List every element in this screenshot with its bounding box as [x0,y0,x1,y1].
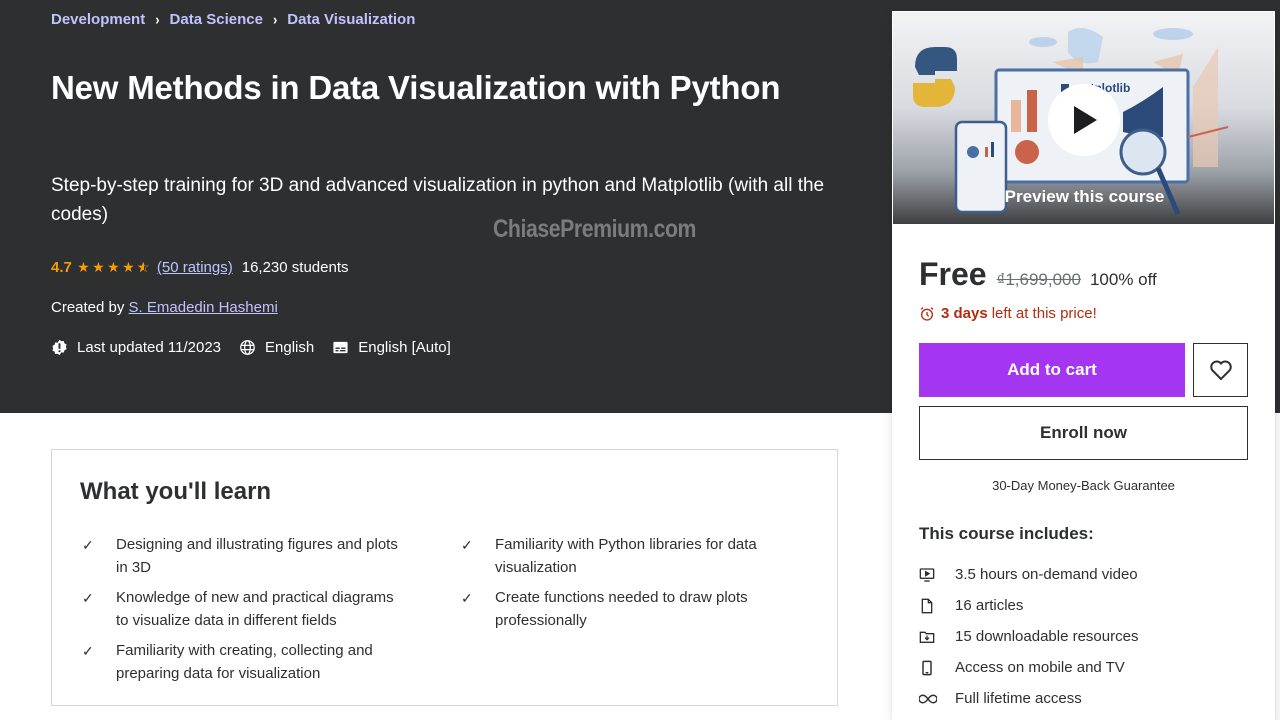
purchase-sidebar: matplotlib Preview this course Free ₫1,6… [892,11,1275,720]
star-icon: ★ [92,259,105,275]
discount-percent: 100% off [1089,270,1157,289]
learn-column-left: ✓ Designing and illustrating figures and … [80,534,410,693]
deadline-text: left at this price! [991,305,1097,322]
watermark: ChiasePremium.com [493,215,697,243]
star-icon: ★ [122,259,135,275]
video-icon [919,567,935,582]
author-link[interactable]: S. Emadedin Hashemi [129,299,278,316]
article-icon [921,598,933,613]
current-price: Free [919,256,987,292]
check-icon: ✓ [82,590,94,606]
includes-list: 3.5 hours on-demand video 16 articles 15… [919,559,1138,714]
breadcrumb-data-visualization[interactable]: Data Visualization [287,11,415,28]
includes-item-text: Access on mobile and TV [955,659,1125,676]
star-rating: ★ ★ ★ ★ ★ [76,259,151,276]
last-updated-text: Last updated 11/2023 [77,339,222,356]
check-icon: ✓ [461,537,473,553]
check-icon: ✓ [461,590,473,606]
mobile-icon [922,660,932,675]
heart-icon [1209,360,1232,381]
ratings-link[interactable]: (50 ratings) [157,259,233,276]
globe-icon [240,340,255,355]
course-meta: Last updated 11/2023 English English [Au… [51,339,469,356]
price-row: Free ₫1,699,000 100% off [919,256,1157,293]
includes-item: 15 downloadable resources [919,621,1138,652]
rating-value: 4.7 [51,259,72,276]
includes-item: Access on mobile and TV [919,652,1138,683]
learn-item: ✓ Designing and illustrating figures and … [80,534,410,579]
wishlist-button[interactable] [1193,343,1248,397]
course-preview[interactable]: matplotlib Preview this course [892,11,1275,225]
breadcrumb: Development › Data Science › Data Visual… [51,11,415,28]
learn-item-text: Create functions needed to draw plots pr… [495,589,748,629]
learn-column-right: ✓ Familiarity with Python libraries for d… [459,534,789,640]
captions: English [Auto] [332,339,451,356]
rating-row: 4.7 ★ ★ ★ ★ ★ (50 ratings) 16,230 studen… [51,259,349,276]
preview-label[interactable]: Preview this course [893,187,1274,207]
enroll-now-button[interactable]: Enroll now [919,406,1248,460]
includes-title: This course includes: [919,524,1094,543]
course-title: New Methods in Data Visualization with P… [51,69,781,106]
captions-text: English [Auto] [358,339,451,356]
includes-item-text: 16 articles [955,597,1024,614]
learn-item-text: Familiarity with Python libraries for da… [495,536,757,576]
price-deadline: 3 days left at this price! [919,305,1097,322]
language-text: English [265,339,315,356]
learn-item: ✓ Knowledge of new and practical diagrams… [80,587,410,632]
breadcrumb-data-science[interactable]: Data Science [170,11,263,28]
chevron-right-icon: › [272,11,278,28]
download-folder-icon [919,631,935,643]
learn-item: ✓ Familiarity with Python libraries for d… [459,534,789,579]
learn-item-text: Knowledge of new and practical diagrams … [116,589,394,629]
deadline-days: 3 days [941,305,988,322]
learn-item-text: Familiarity with creating, collecting an… [116,642,373,682]
what-you-will-learn: What you'll learn ✓ Designing and illustr… [51,449,838,706]
add-to-cart-button[interactable]: Add to cart [919,343,1185,397]
includes-item: 3.5 hours on-demand video [919,559,1138,590]
includes-item: Full lifetime access [919,683,1138,714]
learn-title: What you'll learn [80,478,272,505]
language: English [239,339,314,356]
check-icon: ✓ [82,643,94,659]
money-back-guarantee: 30-Day Money-Back Guarantee [992,478,1175,493]
learn-item-text: Designing and illustrating figures and p… [116,536,398,576]
chevron-right-icon: › [155,11,160,28]
includes-item: 16 articles [919,590,1138,621]
star-icon: ★ [107,259,120,275]
learn-item: ✓ Familiarity with creating, collecting a… [80,640,410,685]
learn-item: ✓ Create functions needed to draw plots p… [459,587,789,632]
half-star-icon: ★ [136,259,151,276]
star-icon: ★ [77,259,90,275]
created-by-label: Created by [51,299,125,316]
alert-badge-icon [52,339,67,356]
infinity-icon [919,693,937,704]
page-scrollbar[interactable] [1275,0,1280,720]
includes-item-text: Full lifetime access [955,690,1082,707]
includes-item-text: 3.5 hours on-demand video [955,566,1138,583]
last-updated: Last updated 11/2023 [51,339,221,356]
play-button[interactable] [1048,84,1120,156]
includes-item-text: 15 downloadable resources [955,628,1139,645]
alarm-clock-icon [920,306,934,321]
check-icon: ✓ [82,537,94,553]
play-icon [1074,106,1097,134]
breadcrumb-development[interactable]: Development [51,11,145,28]
student-count: 16,230 students [241,259,349,276]
closed-captions-icon [333,341,348,354]
course-subtitle: Step-by-step training for 3D and advance… [51,175,825,225]
original-price: ₫1,699,000 [996,270,1081,289]
created-by: Created by S. Emadedin Hashemi [51,299,278,316]
